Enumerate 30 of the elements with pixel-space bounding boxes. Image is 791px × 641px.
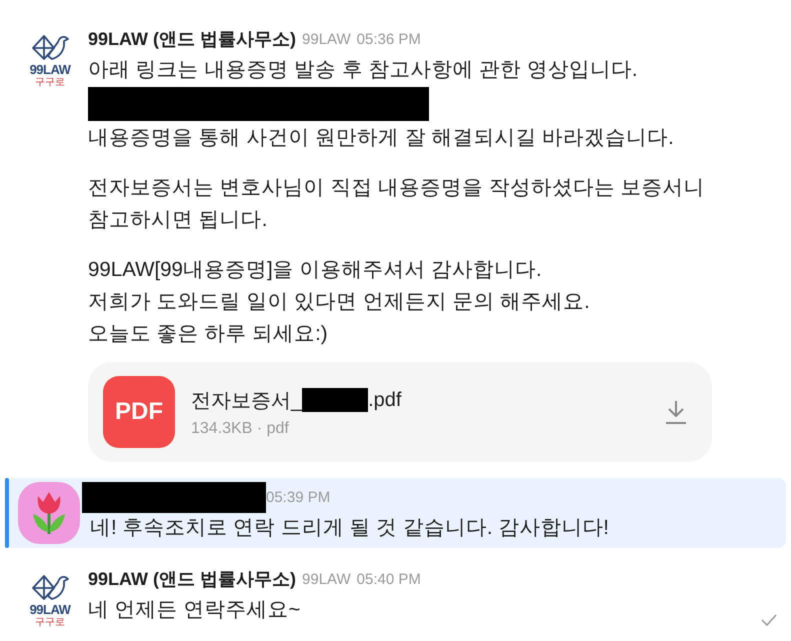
redaction-bar [302, 388, 368, 412]
logo-wordmark: 99LAW [30, 62, 70, 77]
logo-subtitle: 구구로 [35, 77, 65, 88]
message-text: 오늘도 좋은 하루 되세요:) [88, 321, 329, 347]
file-extension: .pdf [368, 388, 402, 412]
file-meta: 134.3KB · pdf [191, 420, 290, 438]
message-text: 전자보증서는 변호사님이 직접 내용증명을 작성하셨다는 보증서니 [88, 175, 706, 201]
message-text: 네! 후속조치로 연락 드리게 될 것 같습니다. 감사합니다! [90, 515, 610, 541]
timestamp: 05:36 PM [356, 30, 421, 48]
sender-name: 99LAW (앤드 법률사무소) [88, 568, 296, 591]
pdf-badge: PDF [103, 376, 175, 448]
sender-name: 99LAW (앤드 법률사무소) [88, 28, 296, 51]
download-icon[interactable] [663, 399, 689, 425]
file-card[interactable]: PDF 전자보증서_ .pdf 134.3KB · pdf [88, 362, 712, 462]
bird-envelope-icon [30, 572, 70, 602]
message-text: 99LAW[99내용증명]을 이용해주셔서 감사합니다. [88, 257, 543, 283]
bird-envelope-icon [30, 32, 70, 62]
timestamp: 05:39 PM [266, 488, 330, 506]
tulip-icon [30, 490, 68, 536]
message-text: 내용증명을 통해 사건이 원만하게 잘 해결되시길 바라겠습니다. [88, 125, 675, 151]
message-text: 아래 링크는 내용증명 발송 후 참고사항에 관한 영상입니다. [88, 57, 639, 83]
sender-handle: 99LAW [302, 570, 351, 588]
timestamp: 05:40 PM [356, 570, 421, 588]
logo-wordmark: 99LAW [30, 602, 70, 617]
logo-subtitle: 구구로 [35, 617, 65, 628]
sender-handle: 99LAW [302, 30, 351, 48]
message-text: 저희가 도와드릴 일이 있다면 언제든지 문의 해주세요. [88, 289, 591, 315]
file-name: 전자보증서_ [191, 388, 302, 414]
message-text: 네 언제든 연락주세요~ [88, 597, 302, 623]
message-text: 참고하시면 됩니다. [88, 207, 268, 233]
